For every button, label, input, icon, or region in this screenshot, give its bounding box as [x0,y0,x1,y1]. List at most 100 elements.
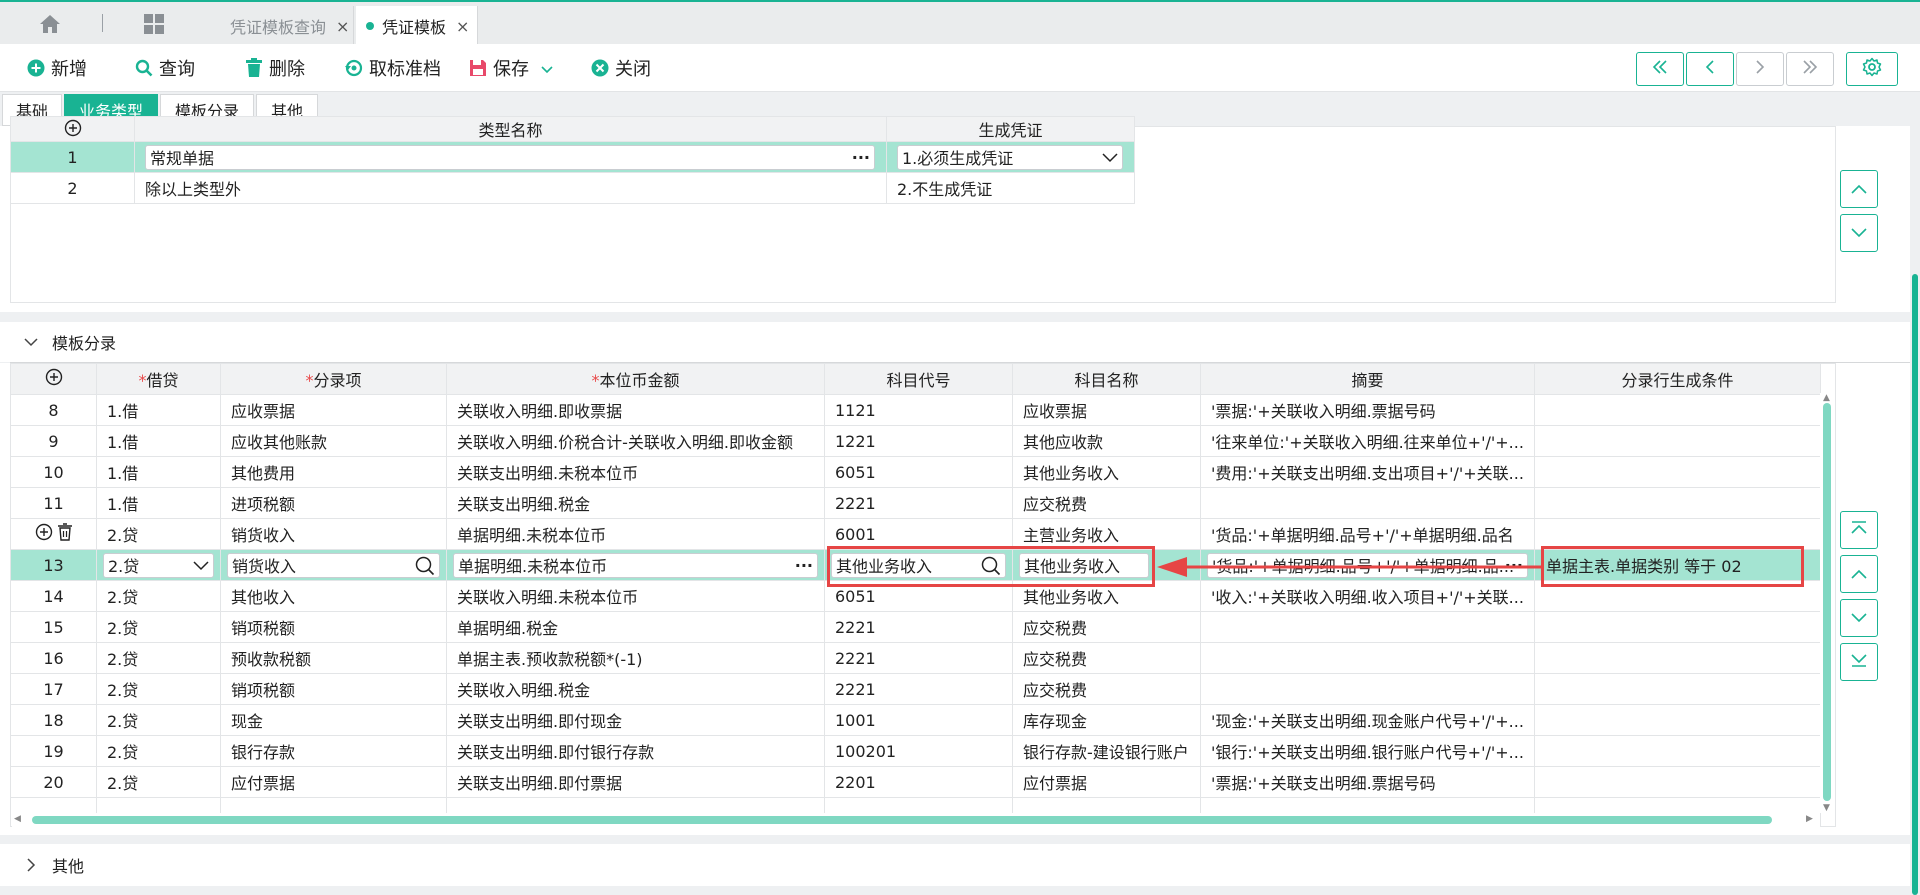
entry-item-cell[interactable]: 销货收入 [220,518,447,550]
summary-cell[interactable] [1200,673,1535,705]
close-button[interactable]: 关闭 [590,56,651,80]
entry-item-cell[interactable]: 进项税额 [220,487,447,519]
table-row[interactable]: 18 2.贷 现金 关联支出明细.即付现金 1001 库存现金 '现金:'+关联支出明细.现… [11,704,1821,736]
ellipsis-icon[interactable]: ··· [852,147,870,169]
account-name-cell[interactable]: 库存现金 [1012,704,1201,736]
close-icon[interactable]: × [336,17,349,36]
page-scrollbar[interactable] [1910,92,1920,895]
home-icon[interactable] [36,12,64,36]
settings-button[interactable] [1846,52,1898,86]
account-name-cell[interactable]: 主营业务收入 [1012,518,1201,550]
vertical-scrollbar[interactable]: ▲ ▼ [1820,393,1834,813]
account-name-cell[interactable]: 应交税费 [1012,642,1201,674]
summary-cell[interactable]: '费用:'+关联支出明细.支出项目+'/'+关联... [1200,456,1535,488]
move-down-button[interactable] [1840,214,1878,252]
entry-item-cell[interactable]: 其他费用 [220,456,447,488]
summary-cell[interactable] [1200,487,1535,519]
save-button[interactable]: 保存 [468,56,553,80]
page-scroll-thumb[interactable] [1912,274,1918,895]
entry-item-cell[interactable]: 应付票据 [220,766,447,798]
ellipsis-icon[interactable]: ··· [795,555,813,577]
debit-credit-cell[interactable]: 2.贷 [96,642,221,674]
account-code-cell[interactable]: 1221 [824,425,1013,457]
entry-item-cell[interactable]: 预收款税额 [220,642,447,674]
condition-cell[interactable] [1534,735,1821,767]
summary-cell[interactable]: '往来单位:'+关联收入明细.往来单位+'/'+... [1200,425,1535,457]
chevron-down-icon[interactable] [541,58,553,79]
add-row-icon[interactable] [11,364,97,395]
summary-cell[interactable]: '银行:'+关联支出明细.银行账户代号+'/'+... [1200,735,1535,767]
table-row[interactable]: 2 除以上类型外 2.不生成凭证 [10,172,1135,204]
debit-credit-cell[interactable]: 2.贷 [96,766,221,798]
entry-item-cell[interactable]: 其他收入 [220,580,447,612]
entry-item-cell[interactable]: 银行存款 [220,735,447,767]
table-row[interactable]: 10 1.借 其他费用 关联支出明细.未税本位币 6051 其他业务收入 '费用:'+关联支… [11,456,1821,488]
query-button[interactable]: 查询 [134,56,195,80]
type-name-cell[interactable]: 除以上类型外 [134,172,887,204]
cancel-archive-button[interactable]: 取标准档 [344,56,441,80]
base-amount-cell[interactable]: 关联支出明细.即付票据 [446,766,825,798]
entry-item-input[interactable]: 销货收入 [227,552,440,578]
table-row[interactable]: 11 1.借 进项税额 关联支出明细.税金 2221 应交税费 [11,487,1821,519]
chevron-down-icon[interactable] [193,555,209,577]
base-amount-cell[interactable]: 关联支出明细.即付现金 [446,704,825,736]
add-row-icon[interactable] [10,116,135,142]
account-code-cell[interactable]: 2201 [824,766,1013,798]
account-name-cell[interactable]: 其他业务收入 [1012,456,1201,488]
table-row[interactable]: 1 常规单据 ··· 1.必须生成凭证 [10,141,1135,173]
previous-record-button[interactable] [1686,52,1734,86]
debit-credit-cell[interactable]: 1.借 [96,456,221,488]
condition-cell[interactable] [1534,766,1821,798]
base-amount-input[interactable]: 单据明细.未税本位币 ··· [453,552,818,578]
account-code-cell[interactable]: 100201 [824,735,1013,767]
account-name-cell[interactable]: 应交税费 [1012,611,1201,643]
base-amount-cell[interactable]: 关联收入明细.未税本位币 [446,580,825,612]
debit-credit-cell[interactable]: 2.贷 [96,580,221,612]
account-name-cell[interactable]: 银行存款-建设银行账户 [1012,735,1201,767]
summary-cell[interactable]: '收入:'+关联收入明细.收入项目+'/'+关联... [1200,580,1535,612]
summary-cell[interactable]: '票据:'+关联支出明细.票据号码 [1200,766,1535,798]
debit-credit-select[interactable]: 2.贷 [103,552,214,578]
base-amount-cell[interactable]: 单据明细.税金 [446,611,825,643]
base-amount-cell[interactable]: 关联支出明细.未税本位币 [446,456,825,488]
entry-item-cell[interactable]: 应收票据 [220,394,447,426]
debit-credit-cell[interactable]: 2.贷 [96,704,221,736]
condition-cell[interactable] [1534,456,1821,488]
base-amount-cell[interactable]: 单据主表.预收款税额*(-1) [446,642,825,674]
account-code-cell[interactable]: 6051 [824,456,1013,488]
entry-item-cell[interactable]: 现金 [220,704,447,736]
account-name-cell[interactable]: 应交税费 [1012,673,1201,705]
move-bottom-button[interactable] [1840,643,1878,681]
next-record-button[interactable] [1736,52,1784,86]
template-entries-header[interactable]: 模板分录 [0,322,1910,362]
tab-voucher-template-query[interactable]: 凭证模板查询 × [214,6,354,46]
account-code-cell[interactable]: 2221 [824,487,1013,519]
table-row[interactable]: 9 1.借 应收其他账款 关联收入明细.价税合计-关联收入明细.即收金额 1221 其他应… [11,425,1821,457]
tab-voucher-template[interactable]: 凭证模板 × [356,6,478,46]
type-name-cell[interactable]: 常规单据 ··· [134,141,887,173]
entry-item-cell[interactable]: 销货收入 [220,549,447,581]
debit-credit-cell[interactable]: 2.贷 [96,518,221,550]
entry-item-cell[interactable]: 销项税额 [220,673,447,705]
entry-item-cell[interactable]: 应收其他账款 [220,425,447,457]
first-record-button[interactable] [1636,52,1684,86]
base-amount-cell[interactable]: 单据明细.未税本位币 ··· [446,549,825,581]
condition-cell[interactable] [1534,487,1821,519]
account-name-cell[interactable]: 应付票据 [1012,766,1201,798]
base-amount-cell[interactable]: 关联收入明细.价税合计-关联收入明细.即收金额 [446,425,825,457]
condition-cell[interactable] [1534,611,1821,643]
last-record-button[interactable] [1786,52,1834,86]
debit-credit-cell[interactable]: 2.贷 [96,549,221,581]
condition-cell[interactable] [1534,518,1821,550]
account-code-cell[interactable]: 2221 [824,611,1013,643]
table-row[interactable]: 17 2.贷 销项税额 关联收入明细.税金 2221 应交税费 [11,673,1821,705]
entry-item-cell[interactable]: 销项税额 [220,611,447,643]
other-section-header[interactable]: 其他 [0,844,1910,886]
trash-icon[interactable] [57,523,73,545]
base-amount-cell[interactable]: 关联支出明细.税金 [446,487,825,519]
table-row[interactable]: 16 2.贷 预收款税额 单据主表.预收款税额*(-1) 2221 应交税费 [11,642,1821,674]
account-name-cell[interactable]: 应交税费 [1012,487,1201,519]
account-code-cell[interactable]: 2221 [824,673,1013,705]
table-row[interactable]: 19 2.贷 银行存款 关联支出明细.即付银行存款 100201 银行存款-建设银行账户 '… [11,735,1821,767]
debit-credit-cell[interactable]: 2.贷 [96,735,221,767]
